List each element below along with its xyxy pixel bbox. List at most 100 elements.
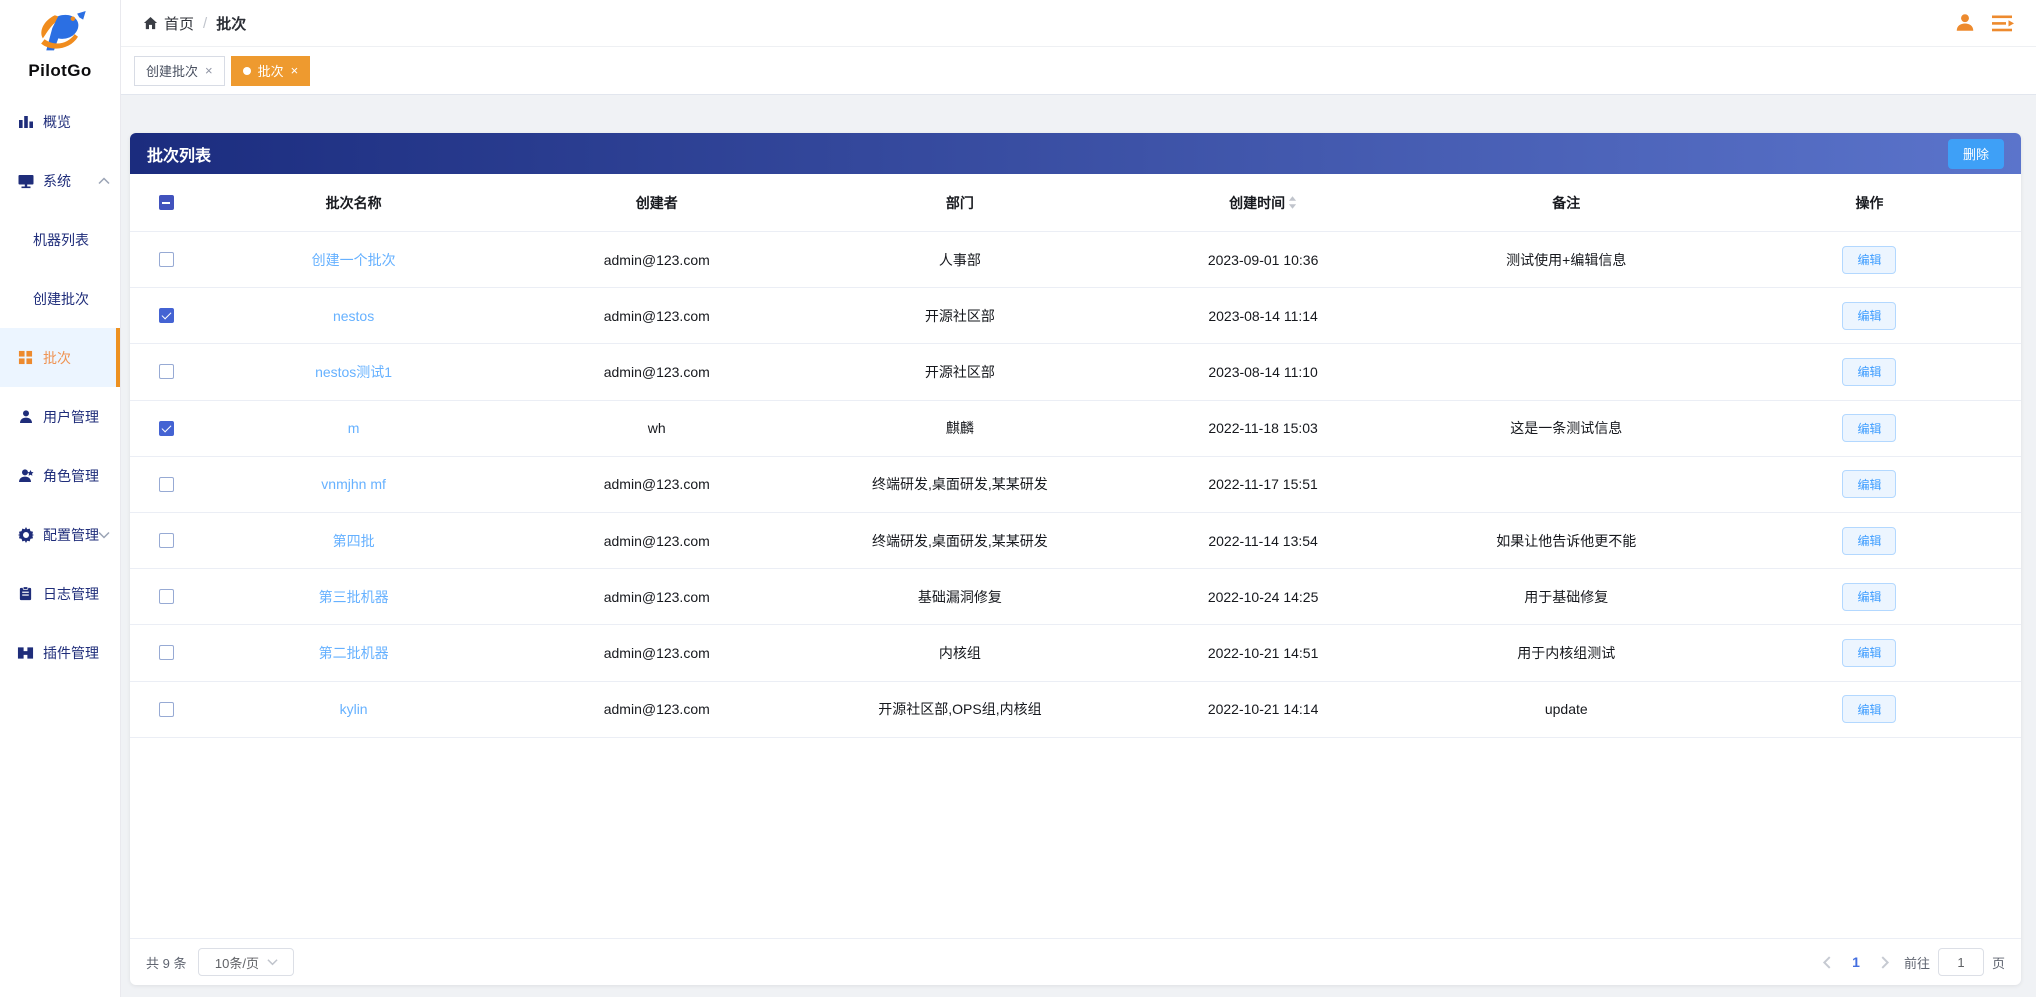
row-checkbox[interactable] — [158, 476, 174, 492]
edit-button[interactable]: 编辑 — [1842, 526, 1897, 555]
row-checkbox[interactable] — [158, 420, 174, 436]
batch-name-link[interactable]: 第三批机器 — [319, 589, 389, 605]
create-time-cell: 2022-11-14 13:54 — [1208, 532, 1318, 549]
log-icon — [17, 585, 34, 602]
batch-name-link[interactable]: nestos测试1 — [315, 364, 392, 380]
table-row: nestos测试1 admin@123.com 开源社区部 2023-08-14 11… — [130, 344, 2021, 401]
creator-cell: admin@123.com — [603, 363, 710, 380]
column-label: 批次名称 — [325, 194, 382, 211]
sidebar-item-log-mgmt[interactable]: 日志管理 — [0, 564, 120, 623]
chevron-down-icon — [98, 531, 110, 539]
batch-list-panel: 批次列表 删除 批次名称 创建者 部门 创建时间 备注 操作 创建一个批次 admin@12… — [130, 133, 2021, 985]
page-suffix-label: 页 — [1991, 955, 2005, 971]
batch-name-link[interactable]: 第二批机器 — [319, 645, 389, 661]
table-row: 创建一个批次 admin@123.com 人事部 2023-09-01 10:36 测试… — [130, 232, 2021, 289]
row-checkbox[interactable] — [158, 533, 174, 549]
breadcrumb: 首页 / 批次 — [143, 13, 246, 34]
batch-name-link[interactable]: vnmjhn mf — [321, 476, 386, 492]
tab-batch[interactable]: 批次 × — [230, 55, 311, 86]
note-cell: 测试使用+编辑信息 — [1506, 251, 1627, 268]
sidebar-item-label: 系统 — [43, 172, 71, 189]
prev-page-button[interactable] — [1822, 955, 1831, 969]
create-time-cell: 2022-10-21 14:14 — [1207, 701, 1319, 718]
content-area: 批次列表 删除 批次名称 创建者 部门 创建时间 备注 操作 创建一个批次 admin@12… — [121, 95, 2036, 997]
batch-name-link[interactable]: kylin — [340, 701, 368, 717]
creator-cell: admin@123.com — [603, 307, 710, 324]
department-cell: 开源社区部 — [924, 307, 995, 324]
column-label: 备注 — [1552, 194, 1581, 211]
edit-button[interactable]: 编辑 — [1842, 245, 1897, 274]
note-cell: 用于内核组测试 — [1517, 644, 1616, 661]
user-avatar-icon[interactable] — [1954, 12, 1976, 34]
sidebar-item-label: 批次 — [43, 349, 71, 366]
row-checkbox[interactable] — [158, 589, 174, 605]
note-cell: 用于基础修复 — [1524, 588, 1609, 605]
sidebar-item-machine-list[interactable]: 机器列表 — [0, 210, 120, 269]
sidebar-item-overview[interactable]: 概览 — [0, 92, 120, 151]
batch-name-link[interactable]: 创建一个批次 — [312, 252, 396, 268]
home-icon — [143, 16, 158, 29]
edit-button[interactable]: 编辑 — [1842, 301, 1897, 330]
pagination-total: 共 9 条 — [146, 955, 187, 971]
edit-button[interactable]: 编辑 — [1842, 695, 1897, 724]
bar-chart-icon — [17, 113, 34, 130]
table-row: kylin admin@123.com 开源社区部,OPS组,内核组 2022-10-… — [130, 682, 2021, 738]
sidebar-item-role-mgmt[interactable]: 角色管理 — [0, 446, 120, 505]
creator-cell: admin@123.com — [603, 251, 710, 268]
department-cell: 终端研发,桌面研发,某某研发 — [872, 532, 1048, 549]
sidebar-item-system[interactable]: 系统 — [0, 151, 120, 210]
sidebar-item-create-batch[interactable]: 创建批次 — [0, 269, 120, 328]
plugin-icon — [17, 644, 34, 661]
sidebar-item-plugin-mgmt[interactable]: 插件管理 — [0, 623, 120, 682]
page-size-select[interactable]: 10条/页 — [198, 948, 295, 976]
delete-button[interactable]: 删除 — [1947, 138, 2004, 169]
row-checkbox[interactable] — [158, 308, 174, 324]
sidebar-item-user-mgmt[interactable]: 用户管理 — [0, 387, 120, 446]
goto-page-input[interactable] — [1937, 948, 1984, 976]
chevron-up-icon — [98, 176, 110, 185]
batch-name-link[interactable]: nestos — [333, 308, 374, 324]
creator-cell: admin@123.com — [603, 644, 710, 661]
note-cell: 如果让他告诉他更不能 — [1496, 532, 1637, 549]
batch-name-link[interactable]: m — [348, 420, 360, 436]
select-all-checkbox[interactable] — [158, 195, 174, 210]
table-row: m wh 麒麟 2022-11-18 15:03 这是一条测试信息 编辑 — [130, 401, 2021, 457]
row-checkbox[interactable] — [158, 252, 174, 268]
edit-button[interactable]: 编辑 — [1842, 582, 1897, 611]
batch-name-link[interactable]: 第四批 — [333, 533, 375, 549]
close-tab-icon[interactable]: × — [205, 64, 213, 77]
column-label: 部门 — [945, 194, 974, 211]
tab-create-batch[interactable]: 创建批次 × — [134, 55, 225, 86]
create-time-cell: 2023-08-14 11:10 — [1208, 363, 1318, 380]
column-header-3[interactable]: 创建时间 — [1112, 193, 1415, 213]
nav-menu-icon[interactable] — [1992, 14, 2014, 33]
tab-label: 创建批次 — [146, 64, 199, 79]
sidebar-item-config-mgmt[interactable]: 配置管理 — [0, 505, 120, 564]
note-cell: update — [1544, 701, 1588, 718]
table-row: 第四批 admin@123.com 终端研发,桌面研发,某某研发 2022-11-14… — [130, 513, 2021, 570]
edit-button[interactable]: 编辑 — [1842, 638, 1897, 667]
tabbar: 创建批次 × 批次 × — [121, 47, 2036, 95]
next-page-button[interactable] — [1881, 955, 1890, 969]
close-tab-icon[interactable]: × — [291, 64, 299, 77]
breadcrumb-home[interactable]: 首页 — [143, 13, 194, 34]
sidebar-menu: 概览系统机器列表创建批次批次用户管理 角色管理配置管理日志管理 插件管理 — [0, 92, 120, 997]
edit-button[interactable]: 编辑 — [1842, 470, 1897, 499]
sort-caret-icon[interactable] — [1288, 195, 1297, 210]
pagination-bar: 共 9 条 10条/页 1 前往 1 页 — [130, 938, 2021, 985]
row-checkbox[interactable] — [158, 364, 174, 380]
edit-button[interactable]: 编辑 — [1842, 357, 1897, 386]
row-checkbox[interactable] — [158, 645, 174, 661]
sidebar-item-label: 配置管理 — [43, 526, 99, 543]
sidebar-item-label: 概览 — [43, 113, 71, 130]
create-time-cell: 2022-10-24 14:25 — [1207, 588, 1319, 605]
user-icon — [17, 408, 34, 425]
row-checkbox[interactable] — [158, 701, 174, 717]
page-number-1[interactable]: 1 — [1845, 954, 1867, 970]
department-cell: 终端研发,桌面研发,某某研发 — [872, 476, 1048, 493]
goto-label: 前往 — [1903, 955, 1930, 971]
sidebar-item-label: 创建批次 — [33, 290, 89, 307]
sidebar-item-batch[interactable]: 批次 — [0, 328, 120, 387]
column-header-2: 部门 — [808, 193, 1111, 213]
edit-button[interactable]: 编辑 — [1842, 414, 1897, 443]
